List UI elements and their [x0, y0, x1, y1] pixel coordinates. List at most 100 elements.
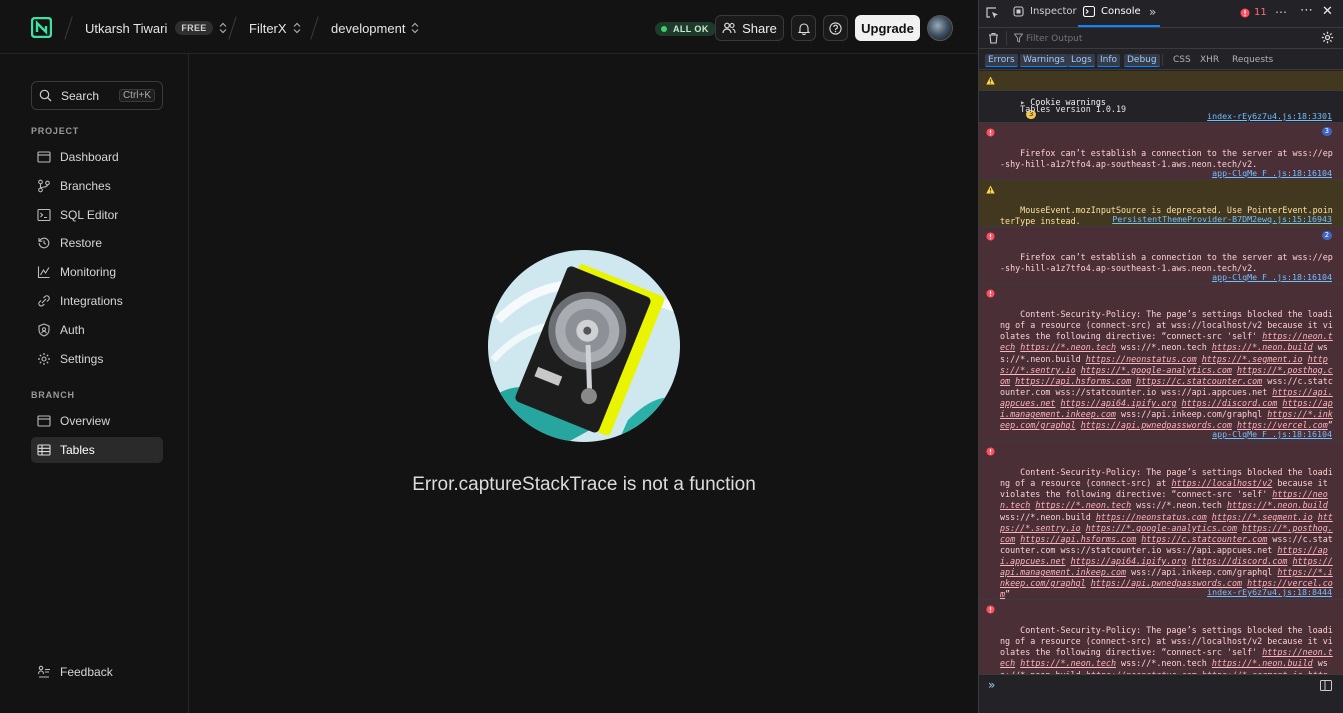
avatar[interactable]	[927, 15, 953, 41]
message-source-link[interactable]: app-ClqMe_F_.js:18:16104	[1212, 429, 1332, 440]
console-input[interactable]: »	[979, 674, 1343, 713]
sidebar-item-auth[interactable]: Auth	[31, 317, 163, 343]
sidebar-item-overview[interactable]: Overview	[31, 408, 163, 434]
more-options-icon[interactable]: ⋯	[1300, 3, 1313, 18]
prompt-chevron-icon: »	[988, 678, 996, 692]
sidebar-item-integrations[interactable]: Integrations	[31, 288, 163, 314]
csp-source-link[interactable]: https://api64.ipify.org	[1061, 398, 1177, 408]
csp-source-link[interactable]: https://*.neon.tech	[1020, 342, 1116, 352]
csp-source-link[interactable]: https://*.google-analytics.com	[1086, 523, 1237, 533]
filter-info[interactable]: Info	[1097, 54, 1121, 67]
more-tabs-icon[interactable]: »	[1149, 5, 1156, 19]
status-badge[interactable]: ALL OK	[655, 22, 716, 36]
csp-source-link[interactable]: https://*.segment.io	[1212, 512, 1313, 522]
breadcrumb-branch[interactable]: development	[331, 19, 419, 37]
sidebar-item-branches[interactable]: Branches	[31, 173, 163, 199]
message-text: Tables version 1.0.19	[1020, 104, 1127, 115]
tab-inspector[interactable]: Inspector	[1013, 6, 1077, 17]
hard-drive-illustration	[488, 250, 680, 442]
repeat-count-badge: 3	[1321, 127, 1332, 136]
sidebar-item-dashboard[interactable]: Dashboard	[31, 144, 163, 170]
csp-source-list: https://neon.tech https://*.neon.tech ws…	[1000, 489, 1333, 599]
gear-icon[interactable]	[1321, 31, 1334, 44]
sidebar-item-sql-editor[interactable]: SQL Editor	[31, 202, 163, 228]
message-source-link[interactable]: app-ClqMe_F_.js:18:16104	[1212, 272, 1332, 283]
upgrade-button[interactable]: Upgrade	[855, 15, 920, 41]
project-name: FilterX	[249, 20, 287, 36]
console-message[interactable]: Content-Security-Policy: The page’s sett…	[979, 442, 1343, 600]
share-button[interactable]: Share	[715, 15, 784, 41]
csp-source-link[interactable]: https://*.google-analytics.com	[1081, 365, 1232, 375]
csp-source-link[interactable]: https://api.hsforms.com	[1015, 376, 1131, 386]
cookie-warnings-group[interactable]: ▸ Cookie warnings 3	[979, 71, 1343, 120]
csp-source-link[interactable]: https://api.pwnedpasswords.com	[1081, 420, 1232, 430]
console-message[interactable]: MouseEvent.mozInputSource is deprecated.…	[979, 180, 1343, 227]
message-source-link[interactable]: PersistentThemeProvider-B7DM2ewq.js:15:1…	[1112, 214, 1332, 225]
csp-source-link[interactable]: https://c.statcounter.com	[1136, 376, 1262, 386]
search-shortcut: Ctrl+K	[118, 89, 155, 102]
csp-source-link[interactable]: https://*.neon.tech	[1020, 658, 1116, 668]
console-message[interactable]: Firefox can’t establish a connection to …	[979, 123, 1343, 180]
message-text: Firefox can’t establish a connection to …	[1000, 148, 1333, 170]
error-counter[interactable]: 11	[1240, 7, 1267, 18]
sidebar-item-tables[interactable]: Tables	[31, 437, 163, 463]
neon-logo-icon[interactable]	[31, 17, 52, 38]
sidebar-item-restore[interactable]: Restore	[31, 230, 163, 256]
csp-source-link[interactable]: https://api64.ipify.org	[1071, 556, 1187, 566]
message-link[interactable]: https://localhost/v2	[1171, 478, 1272, 488]
element-picker-icon[interactable]	[986, 7, 999, 20]
filter-css[interactable]: CSS	[1170, 54, 1194, 66]
tab-selected-indicator	[1078, 25, 1160, 27]
csp-source-link[interactable]: https://*.neon.build	[1212, 342, 1313, 352]
feedback-button[interactable]: Feedback	[31, 659, 163, 685]
search-input[interactable]: Search Ctrl+K	[31, 81, 163, 110]
console-message[interactable]: Content-Security-Policy: The page’s sett…	[979, 284, 1343, 442]
devtools-panel: Inspector Console » 11 ⋯ ⋯ ✕ Errors Warn…	[978, 0, 1343, 713]
csp-source-link[interactable]: https://c.statcounter.com	[1141, 534, 1267, 544]
filter-requests[interactable]: Requests	[1229, 54, 1276, 66]
chevron-up-down-icon	[412, 22, 419, 34]
console-message[interactable]: Content-Security-Policy: The page’s sett…	[979, 600, 1343, 674]
console-message[interactable]: Tables version 1.0.19 index-rEy6z7u4.js:…	[979, 91, 1343, 123]
filter-xhr[interactable]: XHR	[1197, 54, 1222, 66]
trash-icon[interactable]	[988, 32, 999, 44]
message-source-link[interactable]: index-rEy6z7u4.js:18:3301	[1207, 111, 1332, 122]
close-icon[interactable]: ✕	[1322, 4, 1333, 19]
notifications-button[interactable]	[791, 15, 816, 41]
sidebar-item-monitoring[interactable]: Monitoring	[31, 259, 163, 285]
sidebar-item-settings[interactable]: Settings	[31, 346, 163, 372]
message-source-link[interactable]: index-rEy6z7u4.js:18:8444	[1207, 587, 1332, 598]
main-content: Error.captureStackTrace is not a functio…	[190, 54, 978, 713]
sidebar-item-label: Integrations	[60, 294, 123, 308]
csp-source-link[interactable]: https://*.neon.build	[1212, 658, 1313, 668]
csp-source-link[interactable]: https://discord.com	[1192, 556, 1288, 566]
filter-debug[interactable]: Debug	[1124, 54, 1160, 67]
editor-mode-icon[interactable]	[1320, 680, 1332, 691]
split-pane-icon[interactable]: ⋯	[1275, 5, 1287, 19]
users-icon	[722, 22, 736, 34]
filter-warnings[interactable]: Warnings	[1020, 54, 1068, 67]
user-name: Utkarsh Tiwari	[85, 20, 168, 36]
csp-source-link[interactable]: https://neonstatus.com	[1096, 512, 1207, 522]
filter-logs[interactable]: Logs	[1068, 54, 1095, 67]
breadcrumb-user[interactable]: Utkarsh Tiwari FREE	[85, 19, 227, 37]
csp-source-link[interactable]: https://api.hsforms.com	[1020, 534, 1136, 544]
sidebar: Search Ctrl+K PROJECT Dashboard Branches…	[0, 54, 189, 713]
console-message[interactable]: Firefox can’t establish a connection to …	[979, 227, 1343, 284]
csp-source-link[interactable]: https://discord.com	[1182, 398, 1278, 408]
csp-source-link[interactable]: https://*.neon.tech	[1035, 500, 1131, 510]
tab-console[interactable]: Console	[1083, 6, 1141, 17]
help-button[interactable]	[823, 15, 848, 41]
csp-source-link[interactable]: https://*.segment.io	[1202, 354, 1303, 364]
message-source-link[interactable]: app-ClqMe_F_.js:18:16104	[1212, 168, 1332, 179]
restore-icon	[38, 237, 50, 249]
feedback-label: Feedback	[60, 665, 113, 679]
error-icon	[986, 128, 995, 137]
csp-source-link[interactable]: https://neonstatus.com	[1086, 354, 1197, 364]
breadcrumb-project[interactable]: FilterX	[249, 19, 301, 37]
csp-source-link[interactable]: https://*.neon.build	[1227, 500, 1328, 510]
filter-input[interactable]	[1026, 31, 1306, 46]
filter-errors[interactable]: Errors	[985, 54, 1018, 67]
section-branch: BRANCH	[31, 390, 75, 400]
tab-label: Inspector	[1030, 6, 1077, 17]
